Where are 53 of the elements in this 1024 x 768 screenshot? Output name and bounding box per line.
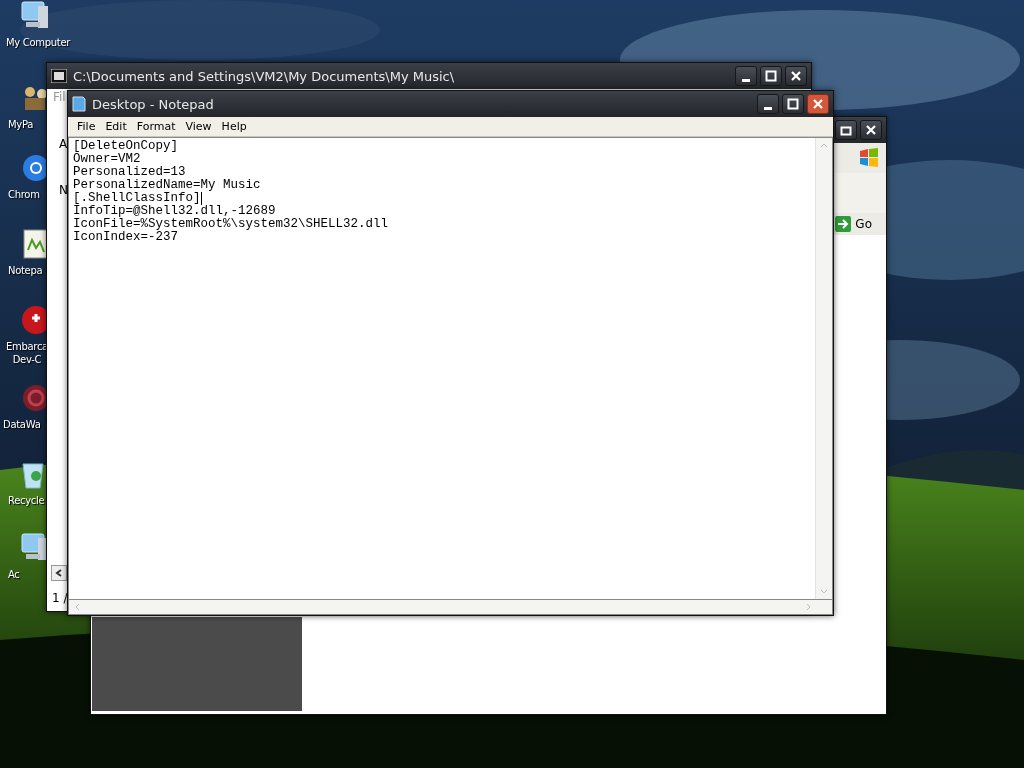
minimize-icon	[764, 106, 772, 110]
windows-flag-icon	[858, 148, 880, 168]
icon-label: MyPa	[8, 118, 34, 131]
text-line: InfoTip=@Shell32.dll,-12689	[73, 205, 276, 218]
close-icon	[812, 98, 824, 110]
menu-item[interactable]: View	[180, 120, 217, 133]
icon-label: Recycle	[8, 494, 45, 507]
maximize-button[interactable]	[782, 94, 804, 114]
go-button[interactable]: Go	[835, 216, 886, 232]
menu-item[interactable]: Edit	[100, 120, 132, 133]
restore-button[interactable]	[835, 120, 857, 140]
text-line: [.ShellClassInfo]	[73, 192, 201, 205]
arrow-right-icon	[835, 216, 852, 232]
status-text: 1 /	[52, 591, 68, 605]
minimize-button[interactable]	[735, 66, 757, 86]
toolbar-label: A	[59, 137, 68, 151]
icon-label: My Computer	[6, 36, 71, 49]
menu-item[interactable]: Help	[216, 120, 252, 133]
scroll-left-button[interactable]	[51, 565, 67, 581]
window-title: C:\Documents and Settings\VM2\My Documents\My Music\	[73, 68, 455, 84]
column-header: N	[59, 183, 68, 197]
minimize-icon	[742, 78, 750, 82]
icon-label: Ac	[8, 568, 20, 581]
notepad-icon	[72, 96, 86, 112]
menu-item[interactable]: File	[72, 120, 101, 133]
text-line: [DeleteOnCopy]	[73, 140, 179, 153]
text-line: IconIndex=-237	[73, 231, 179, 244]
archive-app-icon	[51, 69, 67, 83]
close-button[interactable]	[785, 66, 807, 86]
menu-item[interactable]: Format	[131, 120, 181, 133]
close-button[interactable]	[807, 94, 829, 114]
chevron-up-icon	[819, 142, 828, 148]
icon-label: Embarca Dev-C	[6, 340, 48, 366]
text-line: Personalized=13	[73, 166, 186, 179]
chevron-down-icon	[819, 589, 828, 595]
icon-label: DataWa	[3, 418, 41, 431]
window-title: Desktop - Notepad	[92, 96, 214, 112]
chevron-left-icon	[55, 569, 63, 577]
close-button[interactable]	[860, 120, 882, 140]
chevron-left-icon	[73, 603, 80, 611]
chevron-right-icon	[805, 603, 812, 611]
close-icon	[865, 124, 877, 136]
text-line: PersonalizedName=My Music	[73, 179, 261, 192]
text-line: IconFile=%SystemRoot%\system32\SHELL32.dll	[73, 218, 389, 231]
minimize-button[interactable]	[757, 94, 779, 114]
maximize-icon	[787, 98, 799, 110]
maximize-icon	[765, 70, 777, 82]
restore-icon	[840, 124, 852, 136]
icon-label: Notepa	[8, 264, 43, 277]
icon-label: Chrom	[8, 188, 40, 201]
maximize-button[interactable]	[760, 66, 782, 86]
close-icon	[790, 70, 802, 82]
text-line: Owner=VM2	[73, 153, 141, 166]
